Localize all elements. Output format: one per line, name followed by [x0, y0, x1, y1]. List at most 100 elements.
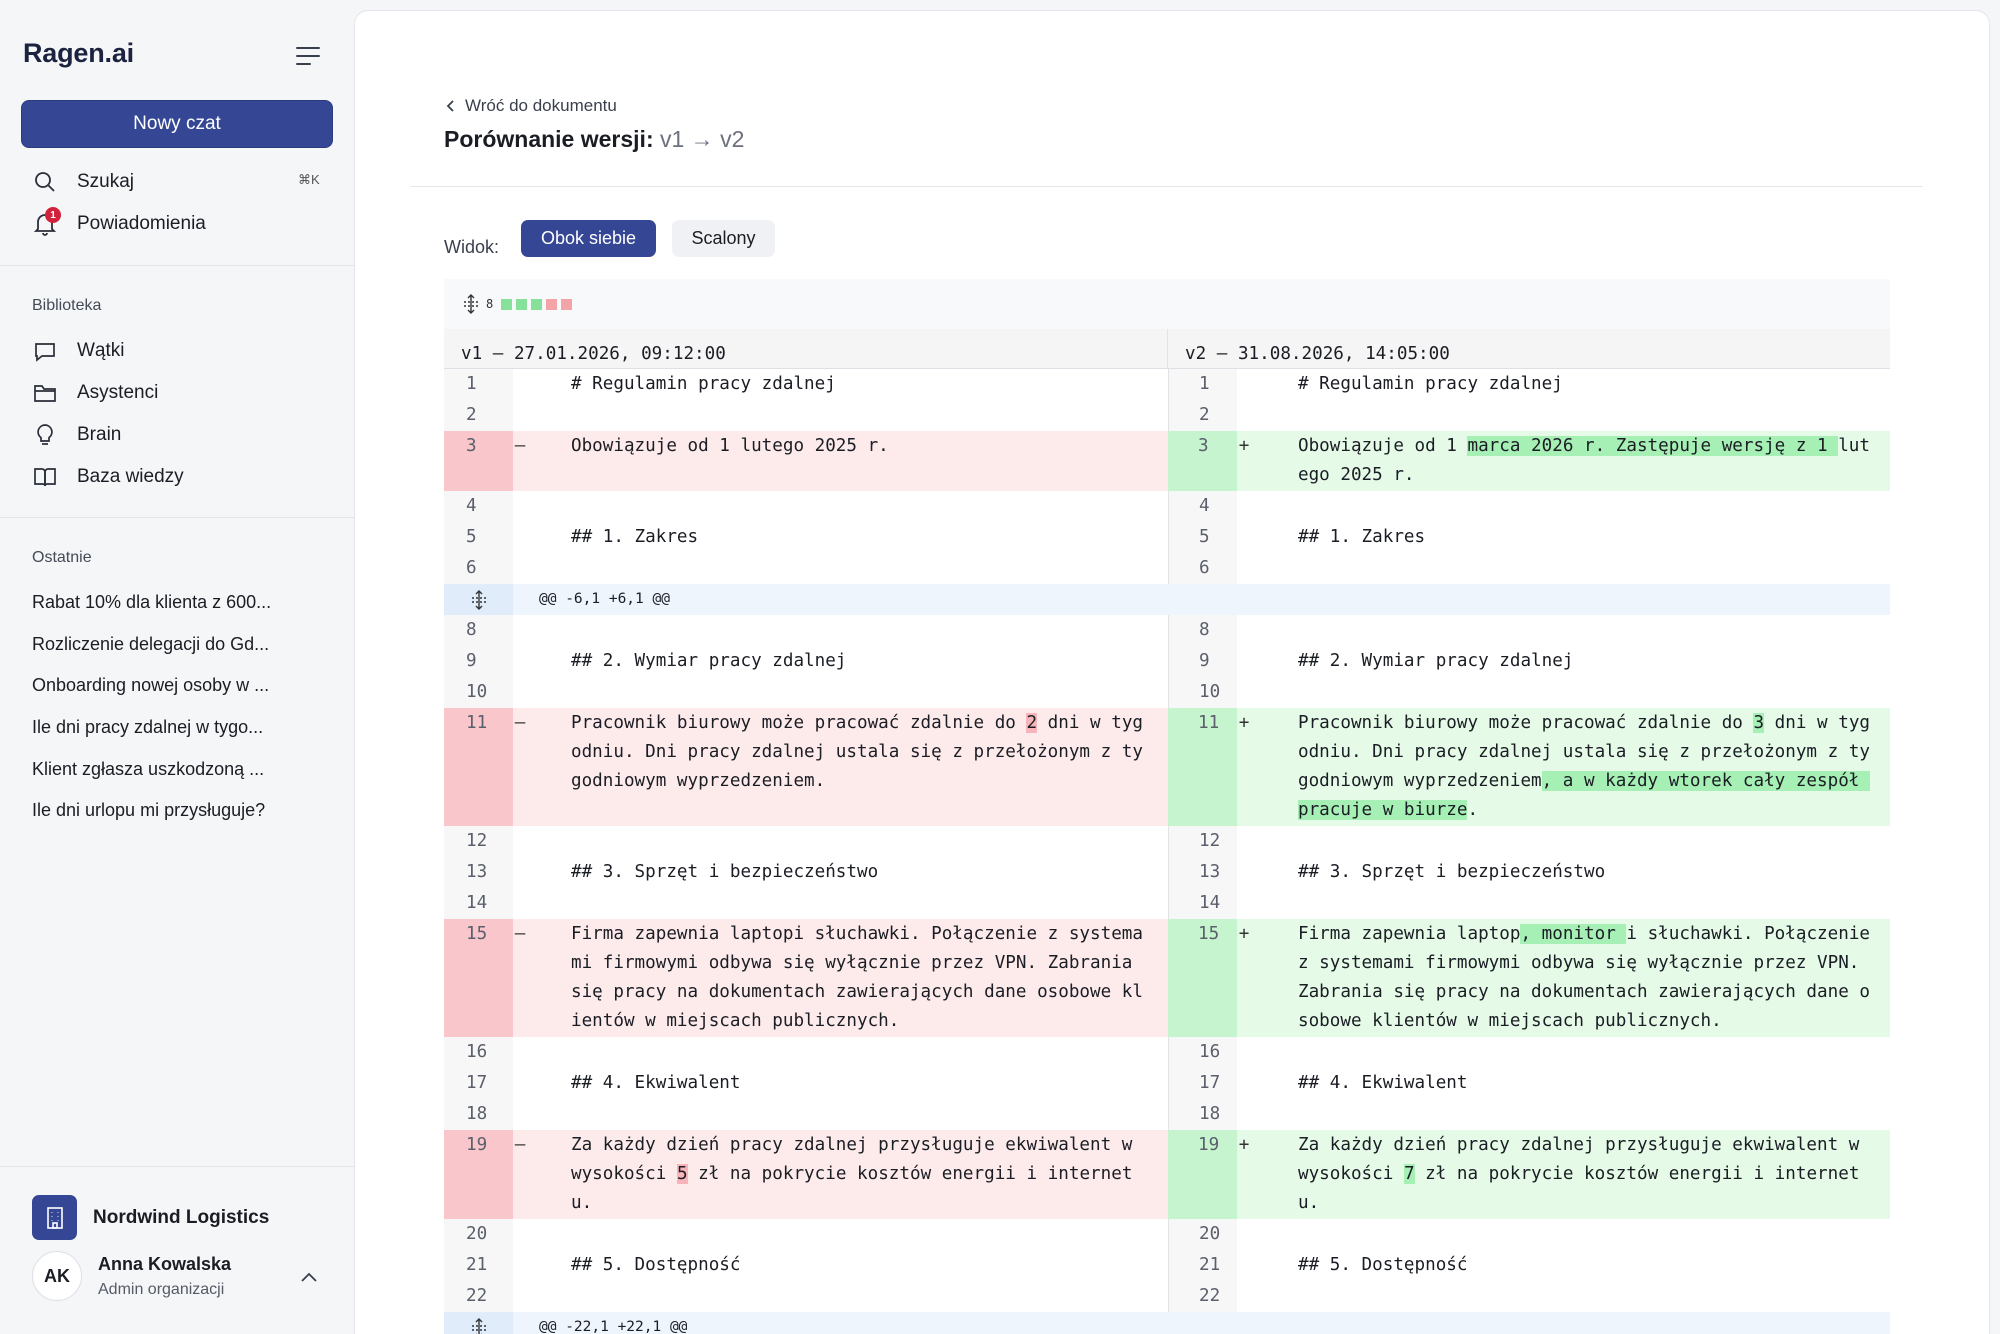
expand-hunk-icon[interactable] — [444, 1312, 513, 1334]
notifications-badge: 1 — [45, 207, 61, 223]
line-number-left: 2 — [444, 400, 513, 431]
line-number-left: 17 — [444, 1068, 513, 1099]
expand-icon[interactable] — [462, 294, 480, 314]
lightbulb-icon — [33, 423, 57, 447]
page-title-prefix: Porównanie wersji: — [444, 126, 654, 152]
back-link[interactable]: Wróć do dokumentu — [445, 96, 617, 116]
line-number-right: 20 — [1168, 1219, 1237, 1250]
bell-icon: 1 — [33, 207, 61, 236]
notifications-item[interactable]: 1 Powiadomienia — [33, 207, 206, 236]
back-label: Wróć do dokumentu — [465, 96, 617, 115]
user-role: Admin organizacji — [98, 1280, 225, 1298]
line-number-right: 18 — [1168, 1099, 1237, 1130]
menu-toggle-icon[interactable] — [296, 44, 322, 68]
recent-item[interactable]: Klient zgłasza uszkodzoną ... — [32, 759, 264, 780]
line-number-left: 3 — [444, 431, 513, 491]
line-number-left: 6 — [444, 553, 513, 584]
main-panel: Wróć do dokumentu Porównanie wersji: v1 … — [354, 10, 1990, 1334]
diff-line-added: Obowiązuje od 1 marca 2026 r. Zastępuje … — [1251, 431, 1890, 491]
recent-item[interactable]: Ile dni pracy zdalnej w tygo... — [32, 717, 263, 738]
line-number-left: 18 — [444, 1099, 513, 1130]
deleted-marker: – — [513, 431, 527, 491]
diff-line-right — [1251, 677, 1890, 708]
stat-add-square — [501, 298, 513, 310]
diff-change-count: 8 — [486, 297, 494, 311]
line-number-left: 11 — [444, 708, 513, 826]
deleted-marker: – — [513, 1130, 527, 1219]
user-menu[interactable]: AK Anna Kowalska Admin organizacji — [32, 1251, 231, 1301]
diff-line-right: ## 4. Ekwiwalent — [1251, 1068, 1890, 1099]
diff-line-added: Za każdy dzień pracy zdalnej przysługuje… — [1251, 1130, 1890, 1219]
sidebar-item-knowledge-base[interactable]: Baza wiedzy — [33, 465, 184, 489]
diff-line-added: Pracownik biurowy może pracować zdalnie … — [1251, 708, 1890, 826]
line-number-right: 14 — [1168, 888, 1237, 919]
organization-switcher[interactable]: Nordwind Logistics — [32, 1195, 269, 1240]
notifications-label: Powiadomienia — [77, 213, 206, 234]
diff-line-left: ## 3. Sprzęt i bezpieczeństwo — [527, 857, 1168, 888]
diff-line-right — [1251, 400, 1890, 431]
sidebar-item-threads[interactable]: Wątki — [33, 339, 125, 363]
line-number-left: 12 — [444, 826, 513, 857]
search-icon — [33, 170, 57, 194]
diff-line-left — [527, 1281, 1168, 1312]
chevron-up-icon[interactable] — [300, 1270, 318, 1288]
sidebar-divider — [0, 517, 354, 518]
diff-line-right — [1251, 491, 1890, 522]
diff-line-right: ## 2. Wymiar pracy zdalnej — [1251, 646, 1890, 677]
line-number-right: 6 — [1168, 553, 1237, 584]
diff-line-left — [527, 1099, 1168, 1130]
sidebar-item-label: Wątki — [77, 340, 125, 361]
line-number-right: 5 — [1168, 522, 1237, 553]
recent-item[interactable]: Ile dni urlopu mi przysługuje? — [32, 800, 265, 821]
line-number-right: 19 — [1168, 1130, 1237, 1219]
building-icon — [32, 1195, 77, 1240]
sidebar-item-assistants[interactable]: Asystenci — [33, 381, 158, 405]
diff-viewer: 8 v1 — 27.01.2026, 09:12:00 v2 — 31.08.2… — [444, 279, 1890, 1334]
diff-line-left — [527, 491, 1168, 522]
line-number-right: 16 — [1168, 1037, 1237, 1068]
expand-hunk-icon[interactable] — [444, 584, 513, 615]
sidebar-item-label: Brain — [77, 424, 122, 445]
recent-item[interactable]: Rozliczenie delegacji do Gd... — [32, 634, 269, 655]
recent-item[interactable]: Onboarding nowej osoby w ... — [32, 675, 269, 696]
diff-line-right — [1251, 1219, 1890, 1250]
diff-line-right: # Regulamin pracy zdalnej — [1251, 369, 1890, 400]
deleted-marker: – — [513, 708, 527, 826]
line-number-left: 13 — [444, 857, 513, 888]
page-title: Porównanie wersji: v1 → v2 — [444, 126, 744, 153]
line-number-right: 10 — [1168, 677, 1237, 708]
line-number-left: 10 — [444, 677, 513, 708]
diff-line-left: # Regulamin pracy zdalnej — [527, 369, 1168, 400]
search-shortcut: ⌘K — [298, 172, 320, 187]
line-number-right: 11 — [1168, 708, 1237, 826]
line-number-right: 2 — [1168, 400, 1237, 431]
sidebar-item-brain[interactable]: Brain — [33, 423, 121, 447]
sidebar-item-label: Baza wiedzy — [77, 466, 184, 487]
diff-line-left: ## 1. Zakres — [527, 522, 1168, 553]
user-name: Anna Kowalska — [98, 1253, 232, 1274]
view-side-by-side-button[interactable]: Obok siebie — [521, 220, 656, 257]
line-number-left: 15 — [444, 919, 513, 1037]
added-marker: + — [1237, 431, 1251, 491]
line-number-left: 16 — [444, 1037, 513, 1068]
search-item[interactable]: Szukaj — [33, 170, 134, 194]
left-version-header: v1 — 27.01.2026, 09:12:00 — [444, 329, 1168, 369]
new-chat-button[interactable]: Nowy czat — [21, 100, 333, 148]
stat-del-square — [546, 298, 558, 310]
line-number-right: 21 — [1168, 1250, 1237, 1281]
line-number-right: 1 — [1168, 369, 1237, 400]
folder-icon — [33, 381, 57, 405]
added-marker: + — [1237, 1130, 1251, 1219]
view-merged-button[interactable]: Scalony — [672, 220, 775, 257]
diff-line-left — [527, 1219, 1168, 1250]
hunk-header: @@ -22,1 +22,1 @@ — [513, 1312, 1890, 1334]
line-number-right: 17 — [1168, 1068, 1237, 1099]
diff-line-right: ## 3. Sprzęt i bezpieczeństwo — [1251, 857, 1890, 888]
hunk-header: @@ -6,1 +6,1 @@ — [513, 584, 1890, 615]
line-number-left: 4 — [444, 491, 513, 522]
recent-item[interactable]: Rabat 10% dla klienta z 600... — [32, 592, 271, 613]
view-label: Widok: — [444, 237, 500, 257]
added-marker: + — [1237, 708, 1251, 826]
line-number-left: 14 — [444, 888, 513, 919]
diff-line-left — [527, 553, 1168, 584]
